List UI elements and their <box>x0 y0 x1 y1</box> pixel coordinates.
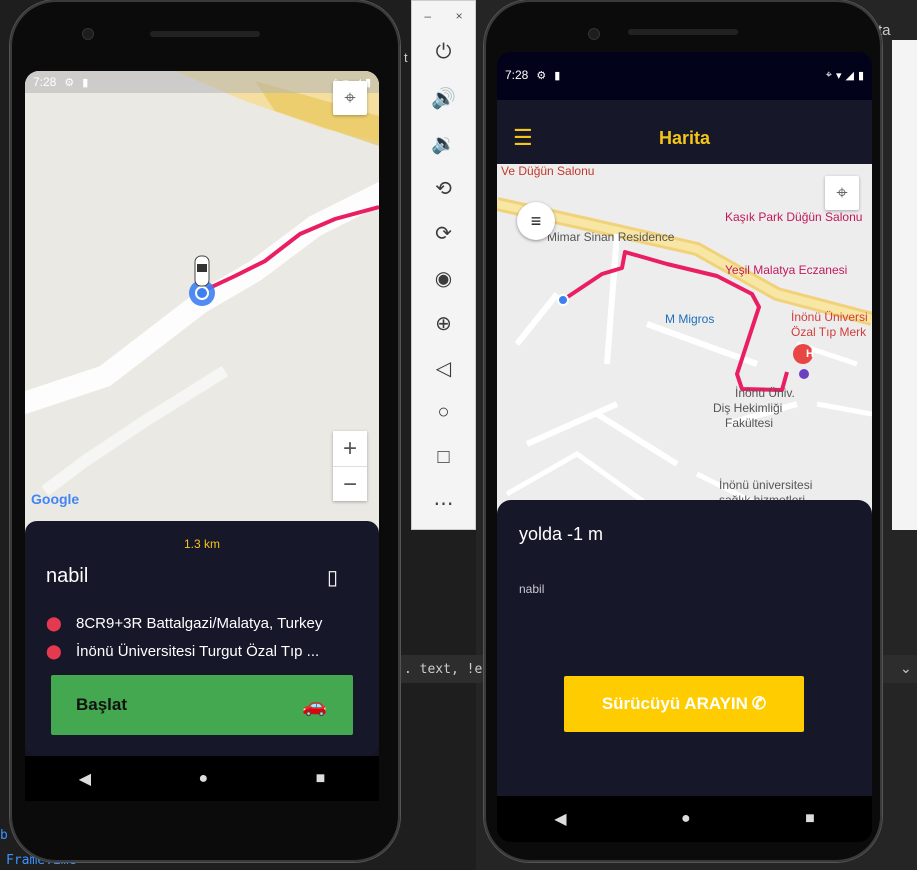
crosshair-icon: ⌖ <box>344 86 356 109</box>
sd-card-icon: ▮ <box>82 76 89 89</box>
poi-hospital-1: İnönü Üniversi <box>791 310 868 324</box>
left-phone-screen: 7:28 ⚙ ▮ ⌖ ▾ ◢ ▮ ⌖ + − Google 1.3 km nab… <box>25 71 379 801</box>
rider-location-marker <box>557 294 569 306</box>
my-location-button[interactable]: ⌖ <box>825 176 859 210</box>
poi-pharmacy: Yeşil Malatya Eczanesi <box>725 263 848 277</box>
driver-map[interactable]: 7:28 ⚙ ▮ ⌖ ▾ ◢ ▮ ⌖ + − Google <box>25 71 379 536</box>
settings-icon: ⚙ <box>536 69 547 82</box>
volume-down-icon[interactable]: 🔉 <box>412 131 475 156</box>
start-trip-button[interactable]: Başlat 🚗 <box>51 675 353 735</box>
signal-icon: ◢ <box>845 69 854 82</box>
poi-migros: M Migros <box>665 312 715 326</box>
android-nav-bar: ◀ ● ■ <box>25 756 379 801</box>
zoom-out-button[interactable]: − <box>333 467 367 502</box>
emulator-toolbar: – × ⏻ 🔊 🔉 ⟲ ⟳ ◉ ⊕ ◁ ○ □ ⋯ <box>411 0 476 530</box>
sd-card-icon: ▮ <box>554 69 561 82</box>
poi-dent-1: İnönü Üniv. <box>735 386 795 400</box>
status-bar: 7:28 ⚙ ▮ ⌖ ▾ ◢ ▮ <box>497 64 872 86</box>
hospital-marker-letter: H <box>806 348 814 360</box>
speaker-grille <box>150 31 260 37</box>
phone-icon[interactable]: ▯ <box>327 565 338 590</box>
battery-icon: ▮ <box>857 69 864 82</box>
home-icon[interactable]: ○ <box>412 401 475 424</box>
second-emulator-toolbar <box>892 40 917 530</box>
dropoff-address-row: ⬤ İnönü Üniversitesi Turgut Özal Tıp ... <box>46 643 366 660</box>
ride-status-sheet: yolda -1 m nabil Sürücüyü ARAYIN ✆ <box>497 500 872 796</box>
call-driver-button[interactable]: Sürücüyü ARAYIN ✆ <box>564 676 804 732</box>
front-camera <box>588 28 600 40</box>
dropoff-address: İnönü Üniversitesi Turgut Özal Tıp ... <box>76 643 320 660</box>
car-icon: 🚗 <box>302 694 327 717</box>
settings-icon: ⚙ <box>64 76 75 89</box>
ride-status-text: yolda -1 m <box>519 524 604 544</box>
app-title: Harita <box>658 128 711 148</box>
rotate-right-icon[interactable]: ⟳ <box>412 221 475 246</box>
volume-up-icon[interactable]: 🔊 <box>412 86 475 111</box>
android-nav-bar: ◀ ● ■ <box>497 796 872 842</box>
destination-dot <box>799 369 809 379</box>
zoom-icon[interactable]: ⊕ <box>412 311 475 336</box>
location-icon: ⌖ <box>825 68 832 81</box>
trip-sheet: 1.3 km nabil ▯ ⬤ 8CR9+3R Battalgazi/Mala… <box>25 521 379 756</box>
my-location-button[interactable]: ⌖ <box>333 81 367 115</box>
call-driver-label: Sürücüyü ARAYIN <box>601 694 748 713</box>
status-time: 7:28 <box>505 68 529 82</box>
poi-dent-3: Fakültesi <box>725 416 774 430</box>
poi-park: Kaşık Park Düğün Salonu <box>725 210 863 224</box>
power-icon[interactable]: ⏻ <box>412 41 475 64</box>
right-phone-screen: 7:28 ⚙ ▮ ⌖ ▾ ◢ ▮ ☰ Harita Ve Düğün Salon… <box>497 52 872 842</box>
zoom-controls: + − <box>333 431 367 501</box>
map-graphics <box>25 71 379 536</box>
passenger-name: nabil <box>46 565 89 587</box>
pickup-address: 8CR9+3R Battalgazi/Malatya, Turkey <box>76 615 323 632</box>
google-attribution: Google <box>31 491 80 507</box>
speaker-grille <box>628 29 738 35</box>
pickup-address-row: ⬤ 8CR9+3R Battalgazi/Malatya, Turkey <box>46 615 366 632</box>
menu-icon: ≡ <box>530 210 542 231</box>
front-camera <box>82 28 94 40</box>
wifi-icon: ▾ <box>835 69 842 82</box>
zoom-in-button[interactable]: + <box>333 431 367 466</box>
poi-uni-1: İnönü üniversitesi <box>719 478 813 492</box>
drawer-menu-button[interactable]: ≡ <box>517 202 555 240</box>
rotate-left-icon[interactable]: ⟲ <box>412 176 475 201</box>
back-icon[interactable]: ◁ <box>412 356 475 381</box>
back-icon[interactable]: ◀ <box>79 769 91 789</box>
location-pin-icon: ⬤ <box>46 615 62 631</box>
rider-name: nabil <box>519 582 545 596</box>
recents-icon[interactable]: ■ <box>805 810 815 828</box>
chevron-down-icon[interactable]: ⌄ <box>900 660 912 677</box>
ide-left-char: b <box>0 828 8 843</box>
location-pin-icon: ⬤ <box>46 643 62 659</box>
close-icon[interactable]: × <box>456 9 463 31</box>
poi-hospital-2: Özal Tıp Merk <box>791 325 867 339</box>
status-bar: 7:28 ⚙ ▮ ⌖ ▾ ◢ ▮ <box>25 71 379 93</box>
distance-label: 1.3 km <box>183 537 220 551</box>
more-icon[interactable]: ⋯ <box>412 491 475 516</box>
start-trip-label: Başlat <box>76 695 128 714</box>
home-icon[interactable]: ● <box>681 810 691 828</box>
poi-salon: Ve Düğün Salonu <box>501 164 595 178</box>
poi-dent-2: Diş Hekimliği <box>713 401 783 415</box>
camera-icon[interactable]: ◉ <box>412 266 475 291</box>
emulator-window-controls: – × <box>412 1 475 31</box>
minimize-icon[interactable]: – <box>424 9 431 31</box>
recents-icon[interactable]: ■ <box>316 770 326 788</box>
home-icon[interactable]: ● <box>198 770 208 788</box>
poi-residence: Mimar Sinan Residence <box>547 230 675 244</box>
ide-top-mid-text: t <box>404 50 408 65</box>
overview-icon[interactable]: □ <box>412 446 475 469</box>
crosshair-icon: ⌖ <box>836 181 848 204</box>
google-logo: Google <box>31 491 79 507</box>
status-time: 7:28 <box>33 75 57 89</box>
back-icon[interactable]: ◀ <box>554 809 566 829</box>
phone-icon: ✆ <box>751 694 767 713</box>
